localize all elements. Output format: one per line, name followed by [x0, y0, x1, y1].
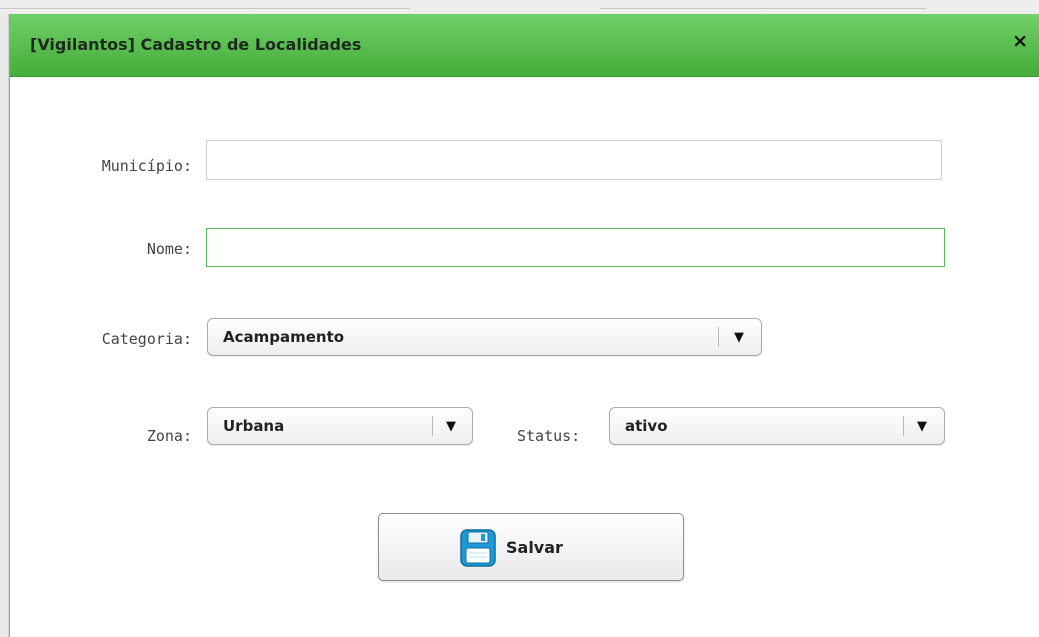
- nome-label: Nome:: [146, 240, 192, 258]
- background-panel-edge: [0, 14, 9, 637]
- background-tab: [600, 0, 926, 9]
- zona-selected-value: Urbana: [223, 417, 285, 435]
- localidades-dialog: [Vigilantos] Cadastro de Localidades × M…: [9, 14, 1039, 637]
- dialog-titlebar: [Vigilantos] Cadastro de Localidades ×: [10, 14, 1039, 77]
- status-selected-value: ativo: [625, 417, 668, 435]
- zona-select[interactable]: Urbana ▼: [207, 407, 473, 445]
- status-select[interactable]: ativo ▼: [609, 407, 945, 445]
- close-icon[interactable]: ×: [1012, 31, 1028, 51]
- chevron-down-icon[interactable]: ▼: [727, 327, 751, 349]
- nome-input[interactable]: [206, 228, 945, 267]
- status-label: Status:: [517, 427, 581, 445]
- chevron-down-icon[interactable]: ▼: [439, 416, 463, 438]
- page: [Vigilantos] Cadastro de Localidades × M…: [0, 0, 1039, 637]
- municipio-input[interactable]: [206, 140, 942, 180]
- floppy-disk-icon: [460, 529, 496, 567]
- categoria-selected-value: Acampamento: [223, 328, 345, 346]
- chevron-down-icon[interactable]: ▼: [910, 416, 934, 438]
- zona-label: Zona:: [146, 427, 192, 445]
- select-divider: [903, 416, 904, 436]
- categoria-select[interactable]: Acampamento ▼: [207, 318, 762, 356]
- background-tab: [0, 0, 410, 9]
- select-divider: [432, 416, 433, 436]
- dialog-title: [Vigilantos] Cadastro de Localidades: [30, 35, 362, 54]
- categoria-label: Categoria:: [101, 330, 192, 348]
- select-divider: [718, 327, 719, 347]
- save-button-label: Salvar: [506, 538, 563, 557]
- background-toolbar: [0, 0, 1039, 15]
- municipio-label: Município:: [101, 157, 192, 175]
- save-button[interactable]: Salvar: [378, 513, 684, 581]
